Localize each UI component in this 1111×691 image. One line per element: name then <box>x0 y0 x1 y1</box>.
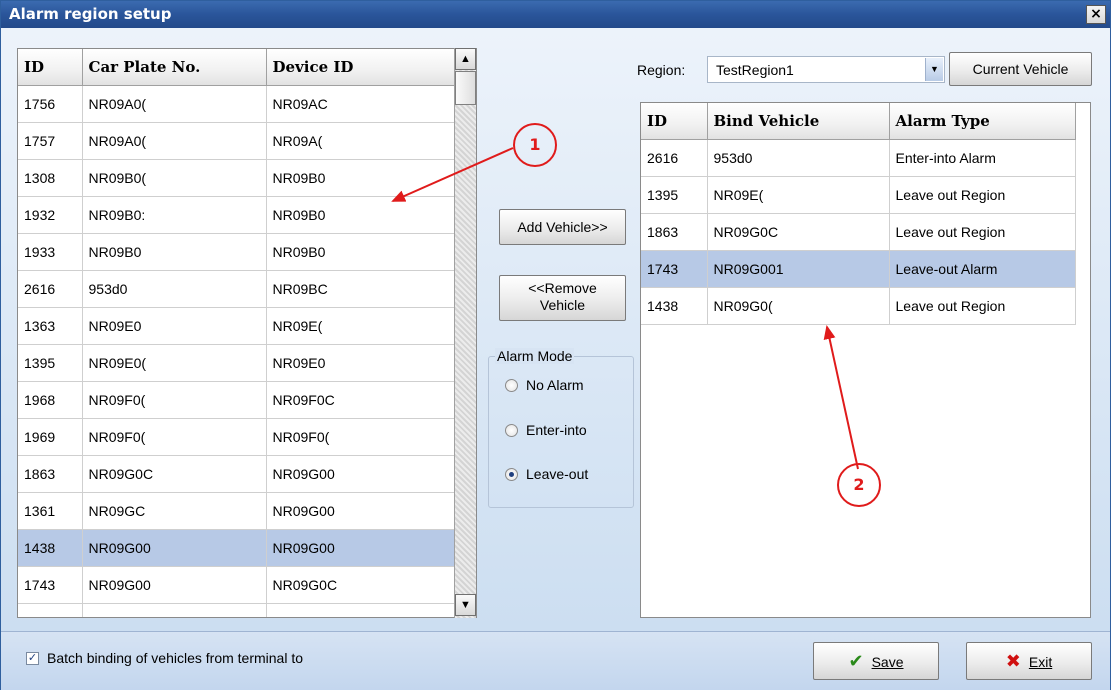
save-check-icon: ✔ <box>848 651 864 671</box>
exit-label: Exit <box>1028 654 1053 670</box>
exit-x-icon: ✖ <box>1005 651 1021 671</box>
alarm-region-dialog: Alarm region setup × ID Car Plate No. De… <box>0 0 1111 690</box>
annotation-arrow-1 <box>391 147 514 202</box>
annotation-marker-1: 1 <box>513 123 557 167</box>
batch-binding-label: Batch binding of vehicles from terminal … <box>47 650 304 666</box>
annotation-marker-2: 2 <box>837 463 881 507</box>
exit-button[interactable]: ✖ Exit <box>966 642 1092 680</box>
batch-binding-checkbox[interactable]: ✓ <box>26 652 39 665</box>
save-label: Save <box>871 654 904 670</box>
annotation-arrows <box>391 147 859 470</box>
annotation-arrow-2 <box>823 325 859 470</box>
checkmark-icon: ✓ <box>27 652 38 664</box>
bottom-bar: ✓ Batch binding of vehicles from termina… <box>1 631 1110 690</box>
save-button[interactable]: ✔ Save <box>813 642 939 680</box>
